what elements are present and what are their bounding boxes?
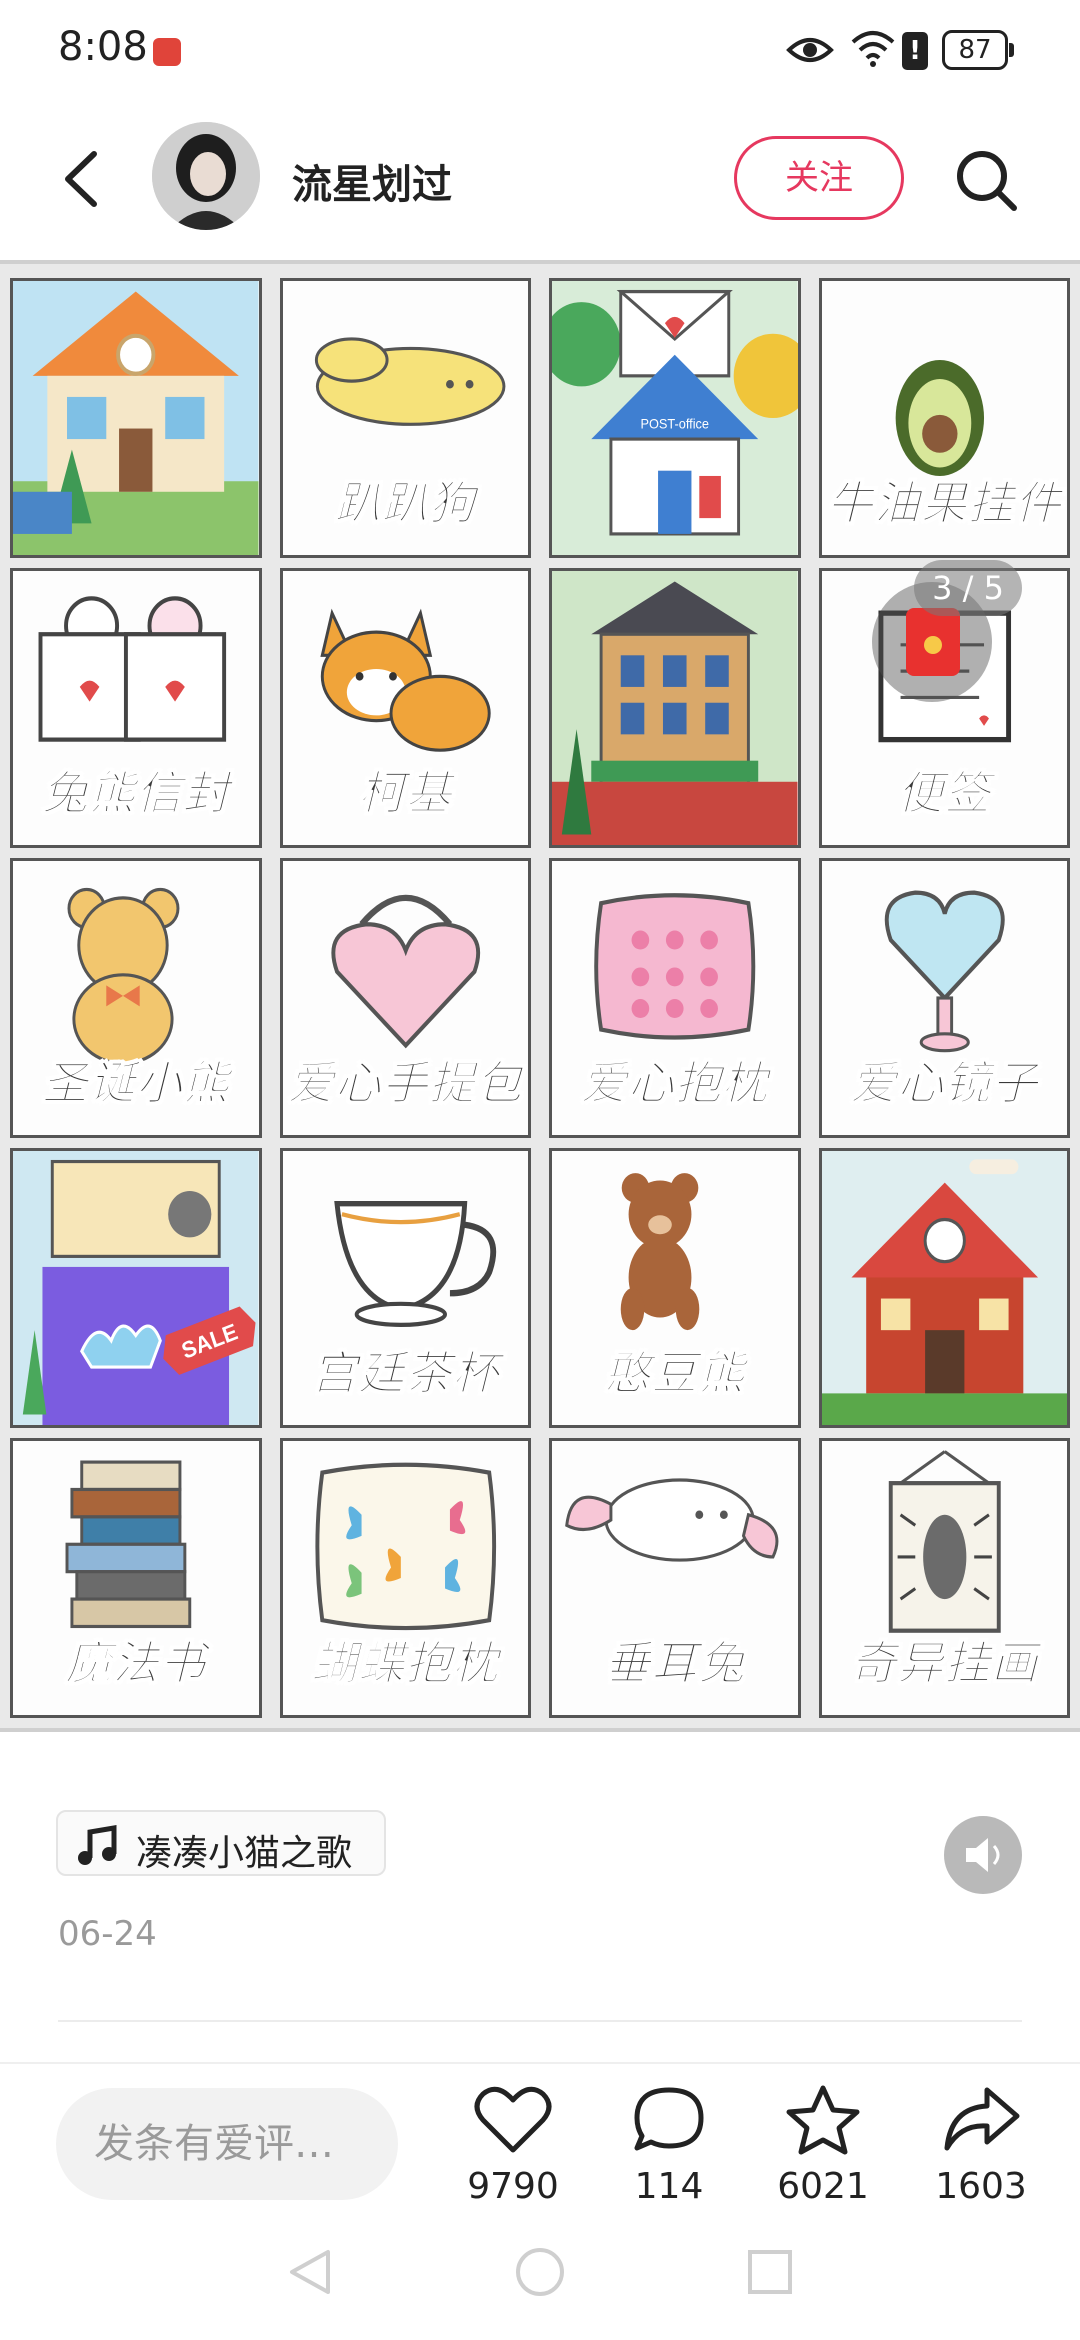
post-header: 流星划过 关注 <box>0 100 1080 260</box>
tile-red-house <box>818 1148 1070 1428</box>
tile-avocado: 牛油果挂件 <box>818 278 1070 558</box>
music-note-icon <box>78 1825 117 1865</box>
divider <box>58 2020 1022 2022</box>
tile-label: 圣诞小熊 <box>41 1056 230 1111</box>
tile-post-office: POST-office <box>549 278 801 558</box>
tile-books: 魔法书 <box>10 1438 262 1718</box>
favorite-count: 6021 <box>777 2166 869 2207</box>
action-bar: 发条有爱评… 9790 114 6021 1603 <box>0 2062 1080 2212</box>
avatar[interactable] <box>152 122 260 230</box>
tile-label: 奇异挂画 <box>850 1636 1039 1691</box>
tile-building <box>549 568 801 848</box>
tile-label: 爱心抱枕 <box>580 1056 769 1111</box>
sound-toggle-button[interactable] <box>944 1816 1022 1894</box>
tile-house <box>10 278 262 558</box>
tile-bag: 爱心手提包 <box>279 858 531 1138</box>
tile-label: 爱心镜子 <box>850 1056 1039 1111</box>
sticker-grid: 趴趴狗 POST-office 牛油果挂件 兔熊信封 柯基 便签 圣诞小熊 爱心… <box>10 278 1070 1718</box>
page-indicator: 3 / 5 <box>914 560 1022 616</box>
tile-label: 宫廷茶杯 <box>311 1346 500 1401</box>
status-bar: 8:08 ! 87 <box>0 0 1080 100</box>
status-time: 8:08 <box>58 24 148 70</box>
music-chip[interactable]: 凑凑小猫之歌 <box>56 1810 386 1876</box>
tile-label: 爱心手提包 <box>287 1056 523 1111</box>
nav-recents-icon[interactable] <box>744 2246 796 2298</box>
post-office-illustration: POST-office <box>552 281 798 555</box>
nav-home-icon[interactable] <box>514 2246 566 2298</box>
share-icon <box>944 2087 1020 2151</box>
tile-teddy: 憨豆熊 <box>549 1148 801 1428</box>
nav-back-icon[interactable] <box>284 2246 336 2298</box>
comment-icon <box>634 2087 704 2151</box>
comment-input[interactable]: 发条有爱评… <box>56 2088 398 2200</box>
post-date: 06-24 <box>58 1914 157 1954</box>
red-packet-icon <box>906 608 960 676</box>
notification-icon <box>153 38 181 66</box>
search-icon[interactable] <box>950 144 1022 216</box>
red-house-illustration <box>821 1151 1067 1425</box>
music-title: 凑凑小猫之歌 <box>136 1833 353 1874</box>
speaker-icon <box>966 1838 1000 1872</box>
comment-button[interactable]: 114 <box>604 2084 734 2214</box>
share-button[interactable]: 1603 <box>916 2084 1046 2214</box>
heart-icon <box>474 2086 552 2153</box>
tile-label: 垂耳兔 <box>604 1636 746 1691</box>
back-icon[interactable] <box>50 144 120 214</box>
tile-label: 蝴蝶抱枕 <box>311 1636 500 1691</box>
tile-pillow: 爱心抱枕 <box>549 858 801 1138</box>
tile-label: 柯基 <box>358 766 453 821</box>
tile-label: 牛油果挂件 <box>826 476 1062 531</box>
house-illustration <box>13 281 259 555</box>
share-count: 1603 <box>935 2166 1027 2207</box>
system-nav-bar <box>0 2212 1080 2340</box>
tile-dog: 趴趴狗 <box>279 278 531 558</box>
carousel-dots <box>240 1950 800 1956</box>
battery-icon: 87 <box>942 30 1014 70</box>
tile-cup: 宫廷茶杯 <box>279 1148 531 1428</box>
tile-corgi: 柯基 <box>279 568 531 848</box>
tile-label: 趴趴狗 <box>334 476 476 531</box>
wifi-icon <box>851 31 895 67</box>
tile-butterfly: 蝴蝶抱枕 <box>279 1438 531 1718</box>
post-office-sign: POST-office <box>640 416 709 432</box>
tile-label: 憨豆熊 <box>604 1346 746 1401</box>
eye-icon <box>786 38 834 62</box>
favorite-button[interactable]: 6021 <box>758 2084 888 2214</box>
tile-mirror: 爱心镜子 <box>818 858 1070 1138</box>
tile-bunny: 垂耳兔 <box>549 1438 801 1718</box>
alert-icon: ! <box>902 32 928 70</box>
post-image[interactable]: 趴趴狗 POST-office 牛油果挂件 兔熊信封 柯基 便签 圣诞小熊 爱心… <box>0 260 1080 1955</box>
star-icon <box>786 2085 860 2155</box>
comment-count: 114 <box>634 2166 704 2207</box>
tile-bear: 圣诞小熊 <box>10 858 262 1138</box>
building-illustration <box>552 571 798 845</box>
tile-label: 便签 <box>897 766 992 821</box>
tile-envelopes: 兔熊信封 <box>10 568 262 848</box>
username[interactable]: 流星划过 <box>292 152 452 210</box>
tile-label: 魔法书 <box>65 1636 207 1691</box>
tile-shop: SALE <box>10 1148 262 1428</box>
shop-illustration: SALE <box>13 1151 259 1425</box>
like-count: 9790 <box>467 2166 559 2207</box>
like-button[interactable]: 9790 <box>448 2084 578 2214</box>
tile-label: 兔熊信封 <box>41 766 230 821</box>
follow-button[interactable]: 关注 <box>734 136 904 220</box>
tile-painting: 奇异挂画 <box>818 1438 1070 1718</box>
